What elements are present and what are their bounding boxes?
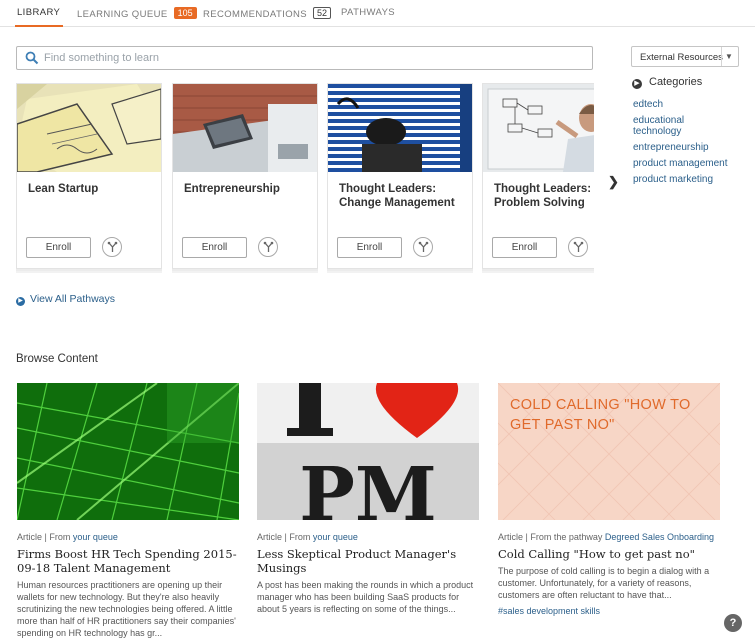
content-image-cold-calling[interactable]: COLD CALLING "HOW TO GET PAST NO"	[498, 383, 720, 520]
pathway-carousel: Lean Startup Enroll Entrepreneurship Enr…	[0, 80, 594, 280]
pm-logo-text: PM	[299, 452, 437, 520]
chevron-down-icon: ▼	[725, 52, 733, 61]
circle-arrow-right-icon: ▶	[16, 297, 25, 306]
content-source-link[interactable]: your queue	[73, 532, 118, 542]
tab-pathways[interactable]: PATHWAYS	[341, 7, 395, 18]
tab-bar: LIBRARY LEARNING QUEUE 105 RECOMMENDATION…	[0, 0, 755, 27]
learning-queue-count-badge: 105	[173, 7, 197, 19]
content-tag-link[interactable]: #sales development skills	[498, 606, 600, 616]
content-meta: Article | From the pathway Degreed Sales…	[498, 532, 720, 542]
pathway-image-entrepreneurship	[173, 84, 317, 172]
search-input[interactable]	[44, 50, 584, 66]
pathway-share-button[interactable]	[258, 237, 278, 257]
content-from: From	[289, 532, 311, 542]
pathway-branch-icon	[573, 241, 584, 252]
pathway-branch-icon	[107, 241, 118, 252]
content-description: A post has been making the rounds in whi…	[257, 580, 474, 614]
category-product-marketing[interactable]: product marketing	[633, 174, 753, 185]
pathway-image-lean-startup	[17, 84, 161, 172]
view-all-pathways-label: View All Pathways	[30, 293, 116, 305]
pathway-title: Thought Leaders: Problem Solving	[494, 183, 592, 209]
chevron-right-icon[interactable]: ❯	[608, 174, 619, 190]
pathway-branch-icon	[263, 241, 274, 252]
pathway-title: Entrepreneurship	[184, 183, 280, 195]
tab-library[interactable]: LIBRARY	[14, 7, 64, 27]
search-icon	[25, 51, 39, 65]
tab-recommendations[interactable]: RECOMMENDATIONS 52	[203, 7, 332, 20]
content-title[interactable]: Firms Boost HR Tech Spending 2015-09-18 …	[17, 547, 239, 575]
category-list: edtech educational technology entreprene…	[633, 99, 753, 190]
content-title[interactable]: Less Skeptical Product Manager's Musings	[257, 547, 479, 575]
pathway-image-change-management	[328, 84, 472, 172]
tab-recommendations-label: RECOMMENDATIONS	[203, 9, 307, 20]
content-source-link[interactable]: Degreed Sales Onboarding	[605, 532, 714, 542]
pathway-branch-icon	[418, 241, 429, 252]
pathway-card[interactable]: Entrepreneurship Enroll	[172, 83, 318, 269]
pathway-share-button[interactable]	[568, 237, 588, 257]
content-description: The purpose of cold calling is to begin …	[498, 566, 710, 600]
content-type: Article |	[257, 532, 287, 542]
enroll-button[interactable]: Enroll	[337, 237, 402, 258]
content-meta: Article | From your queue	[257, 532, 479, 542]
search-box	[16, 46, 593, 70]
enroll-button[interactable]: Enroll	[492, 237, 557, 258]
external-resources-dropdown[interactable]: External Resources ▼	[631, 46, 739, 67]
pathway-title: Lean Startup	[28, 183, 99, 195]
categories-title: Categories	[649, 76, 703, 88]
category-educational-technology[interactable]: educational technology	[633, 115, 713, 137]
external-resources-label: External Resources	[640, 52, 723, 63]
tab-library-label: LIBRARY	[17, 7, 61, 18]
tab-pathways-label: PATHWAYS	[341, 7, 396, 18]
content-card[interactable]: COLD CALLING "HOW TO GET PAST NO" Articl…	[498, 383, 720, 619]
content-from: From	[49, 532, 71, 542]
categories-heading[interactable]: ▶ Categories	[632, 76, 702, 89]
cold-calling-image-text: COLD CALLING "HOW TO GET PAST NO"	[510, 397, 691, 433]
content-type: Article |	[17, 532, 47, 542]
pathway-share-button[interactable]	[413, 237, 433, 257]
dropdown-divider	[721, 47, 722, 66]
tab-learning-queue[interactable]: LEARNING QUEUE 105	[77, 7, 197, 20]
content-image-hr-tech[interactable]	[17, 383, 239, 520]
circle-arrow-right-icon: ▶	[632, 79, 642, 89]
category-product-management[interactable]: product management	[633, 158, 753, 169]
browse-content-heading: Browse Content	[16, 353, 98, 365]
pathway-card[interactable]: Thought Leaders: Problem Solving Enroll	[482, 83, 594, 269]
pathway-title: Thought Leaders: Change Management	[339, 183, 455, 209]
content-source-link[interactable]: your queue	[313, 532, 358, 542]
tab-learning-queue-label: LEARNING QUEUE	[77, 9, 168, 20]
enroll-button[interactable]: Enroll	[26, 237, 91, 258]
content-description: Human resources practitioners are openin…	[17, 580, 236, 638]
content-title[interactable]: Cold Calling "How to get past no"	[498, 547, 720, 561]
pathway-card[interactable]: Thought Leaders: Change Management Enrol…	[327, 83, 473, 269]
content-meta: Article | From your queue	[17, 532, 239, 542]
category-edtech[interactable]: edtech	[633, 99, 753, 110]
content-card[interactable]: PM Article | From your queue Less Skepti…	[257, 383, 479, 615]
content-image-i-love-pm[interactable]: PM	[257, 383, 479, 520]
pathway-share-button[interactable]	[102, 237, 122, 257]
help-icon[interactable]: ?	[724, 614, 742, 632]
recommendations-count-badge: 52	[313, 7, 332, 19]
content-type: Article |	[498, 532, 528, 542]
enroll-button[interactable]: Enroll	[182, 237, 247, 258]
content-card[interactable]: Article | From your queue Firms Boost HR…	[17, 383, 239, 639]
category-entrepreneurship[interactable]: entrepreneurship	[633, 142, 753, 153]
pathway-card[interactable]: Lean Startup Enroll	[16, 83, 162, 269]
pathway-image-problem-solving	[483, 84, 594, 172]
content-from: From the pathway	[530, 532, 603, 542]
view-all-pathways-link[interactable]: ▶ View All Pathways	[16, 293, 115, 306]
